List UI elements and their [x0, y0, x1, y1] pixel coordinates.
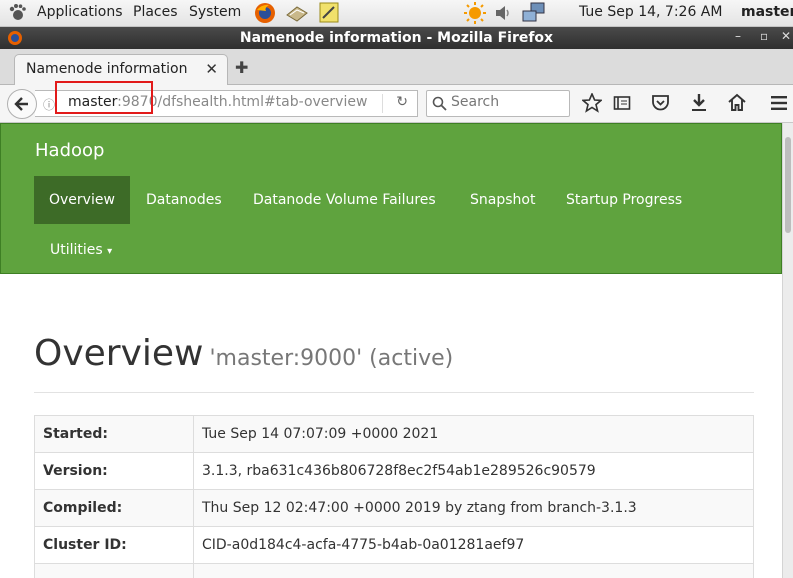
divider	[34, 392, 754, 393]
close-icon[interactable]: ✕	[781, 29, 791, 43]
info-icon[interactable]: ⓘ	[43, 96, 55, 113]
window-title: Namenode information - Mozilla Firefox	[239, 30, 554, 46]
network-icon[interactable]	[522, 2, 546, 24]
file-manager-icon[interactable]	[286, 3, 308, 23]
row-value: 3.1.3, rba631c436b806728f8ec2f54ab1e2895…	[193, 452, 754, 490]
overview-subtitle: 'master:9000' (active)	[209, 346, 454, 371]
window-titlebar: Namenode information - Mozilla Firefox –…	[0, 27, 793, 49]
row-value	[193, 563, 754, 578]
home-icon[interactable]	[727, 93, 747, 112]
nav-snapshot[interactable]: Snapshot	[455, 176, 550, 224]
search-icon	[432, 96, 447, 111]
nav-startup-progress[interactable]: Startup Progress	[551, 176, 697, 224]
url-highlight-box	[55, 81, 153, 114]
row-key: Cluster ID:	[34, 526, 194, 564]
tab-strip: Namenode information ✕ ✚	[0, 49, 793, 85]
weather-icon[interactable]	[464, 2, 486, 24]
places-menu[interactable]: Places	[133, 4, 178, 20]
back-arrow-icon	[14, 97, 28, 111]
row-key: Version:	[34, 452, 194, 490]
tab-label: Namenode information	[26, 61, 188, 77]
applications-menu[interactable]: Applications	[37, 4, 123, 20]
nav-datanode-volume-failures[interactable]: Datanode Volume Failures	[238, 176, 451, 224]
caret-down-icon: ▾	[107, 246, 113, 257]
table-row	[34, 563, 754, 578]
gnome-foot-icon[interactable]	[8, 3, 28, 23]
table-row: Compiled: Thu Sep 12 02:47:00 +0000 2019 …	[34, 489, 754, 527]
system-menu[interactable]: System	[189, 4, 241, 20]
volume-icon[interactable]	[494, 3, 514, 23]
top-panel: Applications Places System Tue Sep 14, 7…	[0, 0, 793, 27]
row-key: Started:	[34, 415, 194, 453]
table-row: Cluster ID: CID-a0d184c4-acfa-4775-b4ab-0…	[34, 526, 754, 564]
text-editor-icon[interactable]	[319, 2, 339, 23]
nav-datanodes[interactable]: Datanodes	[131, 176, 237, 224]
brand-hadoop[interactable]: Hadoop	[35, 140, 104, 161]
firefox-icon[interactable]	[254, 2, 276, 24]
overview-title: Overview	[34, 333, 204, 374]
nav-overview[interactable]: Overview	[34, 176, 130, 224]
download-icon[interactable]	[690, 93, 708, 112]
row-value: Tue Sep 14 07:07:09 +0000 2021	[193, 415, 754, 453]
back-button[interactable]	[7, 89, 37, 119]
row-key: Compiled:	[34, 489, 194, 527]
maximize-icon[interactable]: ▫	[760, 29, 768, 43]
hamburger-menu-icon[interactable]	[770, 94, 788, 112]
scrollbar-thumb[interactable]	[785, 137, 791, 233]
search-box[interactable]: Search	[426, 90, 570, 117]
user-name[interactable]: master	[741, 4, 793, 20]
url-divider	[382, 94, 383, 113]
table-row: Started: Tue Sep 14 07:07:09 +0000 2021	[34, 415, 754, 453]
bookmark-star-icon[interactable]	[582, 93, 602, 113]
row-key	[34, 563, 194, 578]
hadoop-navbar: Hadoop Overview Datanodes Datanode Volum…	[0, 123, 782, 274]
new-tab-icon[interactable]: ✚	[235, 58, 248, 77]
nav-utilities[interactable]: Utilities ▾	[35, 226, 127, 274]
page-content: Hadoop Overview Datanodes Datanode Volum…	[0, 123, 782, 578]
minimize-icon[interactable]: –	[735, 29, 741, 43]
tab-close-icon[interactable]: ✕	[205, 60, 218, 78]
overview-table: Started: Tue Sep 14 07:07:09 +0000 2021 V…	[34, 415, 754, 578]
nav-utilities-label: Utilities	[50, 242, 103, 258]
row-value: Thu Sep 12 02:47:00 +0000 2019 by ztang …	[193, 489, 754, 527]
clock[interactable]: Tue Sep 14, 7:26 AM	[579, 4, 722, 20]
reload-icon[interactable]: ↻	[396, 94, 408, 110]
pocket-icon[interactable]	[651, 94, 670, 112]
page-scrollbar[interactable]	[782, 123, 793, 578]
page-title: Overview'master:9000' (active)	[34, 333, 453, 374]
row-value: CID-a0d184c4-acfa-4775-b4ab-0a01281aef97	[193, 526, 754, 564]
url-path: :9870/dfshealth.html#tab-overview	[117, 94, 368, 110]
search-placeholder: Search	[451, 94, 500, 110]
table-row: Version: 3.1.3, rba631c436b806728f8ec2f54…	[34, 452, 754, 490]
reading-list-icon[interactable]	[613, 94, 631, 112]
